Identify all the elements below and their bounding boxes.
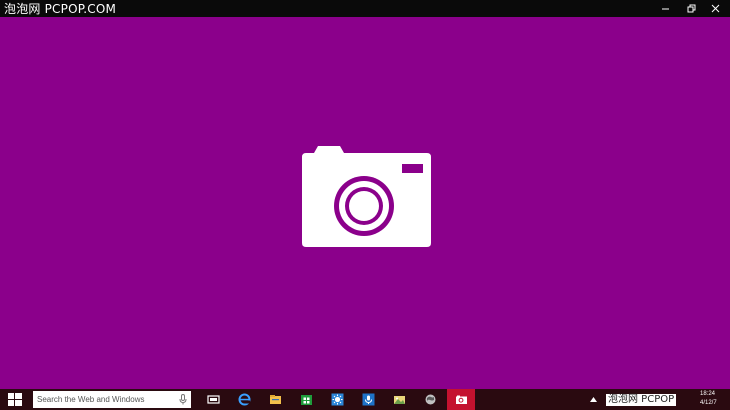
folder-icon — [269, 395, 281, 404]
watermark-top-left: 泡泡网 PCPOP.COM — [4, 2, 117, 16]
camera-taskbar-button[interactable] — [447, 389, 475, 410]
close-button[interactable] — [700, 0, 730, 17]
taskbar: Search the Web and Windows 泡泡网 PCPOP 18:… — [0, 389, 730, 410]
maps-button[interactable] — [416, 389, 444, 410]
chevron-up-icon — [590, 397, 597, 402]
close-icon — [711, 4, 719, 13]
file-explorer-button[interactable] — [261, 389, 289, 410]
internet-explorer-button[interactable] — [230, 389, 258, 410]
globe-icon — [425, 394, 435, 405]
clock-time: 18:24 — [700, 391, 716, 397]
restore-icon — [687, 4, 695, 13]
title-bar: 泡泡网 PCPOP.COM — [0, 0, 730, 17]
search-box[interactable]: Search the Web and Windows — [33, 391, 191, 408]
watermark-bottom-right: 泡泡网 PCPOP — [606, 394, 677, 406]
start-button[interactable] — [0, 389, 30, 410]
sun-icon — [331, 393, 343, 406]
clock-date: 4/12/7 — [700, 400, 717, 406]
clock[interactable]: 18:24 4/12/7 — [700, 390, 717, 408]
store-icon — [300, 395, 312, 405]
camera-app-splash — [0, 17, 730, 389]
task-view-icon — [206, 395, 220, 404]
tray-overflow-button[interactable] — [590, 389, 597, 410]
ie-icon — [238, 393, 250, 406]
minimize-icon — [661, 8, 669, 10]
search-placeholder: Search the Web and Windows — [37, 395, 145, 404]
photos-button[interactable] — [385, 389, 413, 410]
photos-icon — [393, 396, 405, 404]
windows-logo-icon — [8, 393, 22, 406]
voice-recorder-button[interactable] — [354, 389, 382, 410]
task-view-button[interactable] — [199, 389, 227, 410]
camera-icon — [302, 146, 431, 247]
store-button[interactable] — [292, 389, 320, 410]
weather-button[interactable] — [323, 389, 351, 410]
camera-icon — [455, 395, 467, 404]
microphone-icon[interactable] — [179, 394, 187, 405]
mic-app-icon — [362, 393, 374, 406]
